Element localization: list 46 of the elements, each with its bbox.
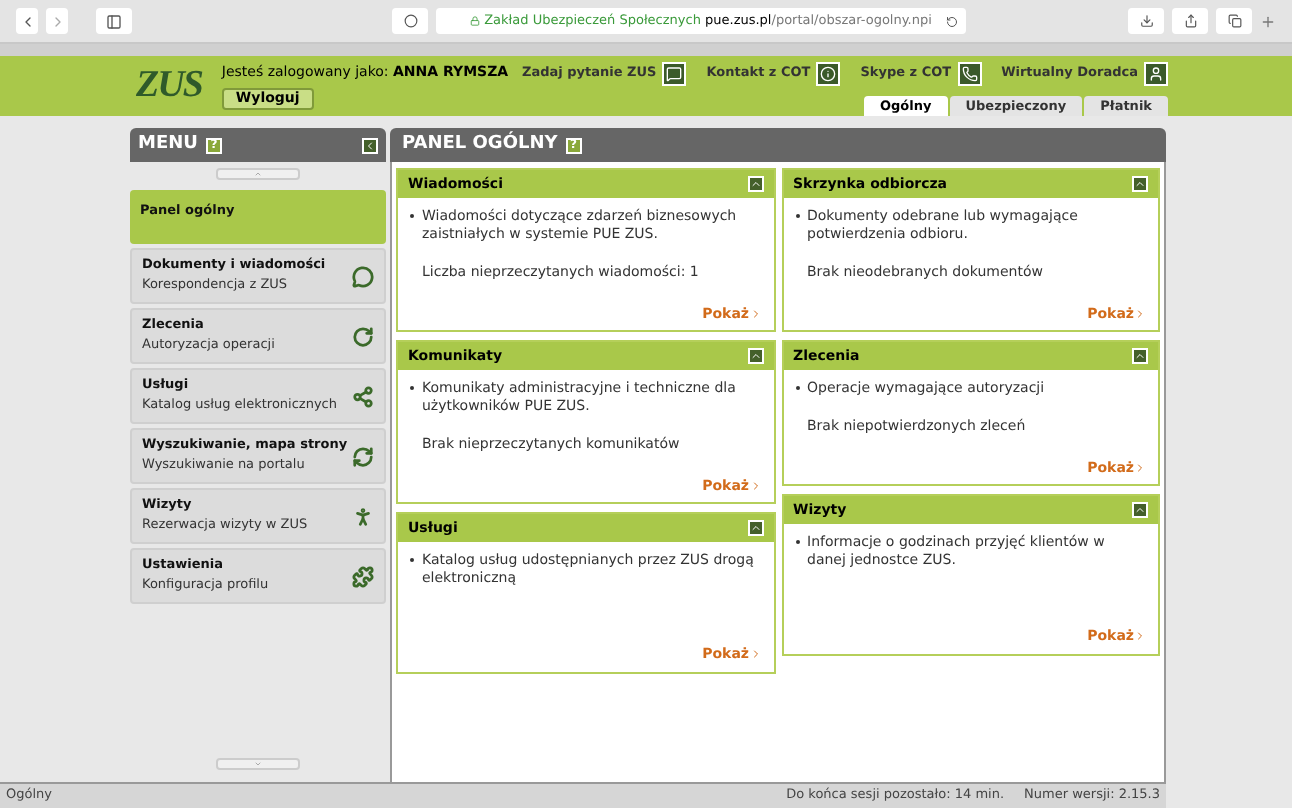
menu-item-icon	[352, 325, 374, 347]
reload-icon	[946, 15, 958, 27]
menu-item-icon	[352, 505, 374, 527]
lock-icon	[470, 16, 481, 26]
collapse-icon	[749, 522, 761, 534]
download-icon	[1139, 14, 1153, 28]
download-button[interactable]	[1128, 8, 1164, 34]
collapse-button[interactable]	[1132, 502, 1148, 518]
chevron-icon	[1134, 307, 1146, 320]
chevron-icon	[749, 307, 761, 320]
chevron-icon	[1134, 461, 1146, 474]
collapse-button[interactable]	[747, 520, 763, 536]
menu-item-icon	[352, 385, 374, 407]
collapse-icon	[1134, 178, 1146, 190]
header-link-icon	[816, 62, 841, 86]
sidebar-icon	[106, 13, 122, 29]
collapse-menu-button[interactable]	[362, 137, 378, 153]
share-icon	[1183, 14, 1197, 28]
header-link-icon	[957, 62, 982, 86]
menu-title: MENU	[138, 131, 198, 158]
reader-icon	[403, 14, 417, 28]
header-link-icon	[662, 62, 687, 86]
collapse-icon	[1134, 504, 1146, 516]
panel-title: PANEL OGÓLNY	[402, 131, 558, 158]
share-button[interactable]	[1172, 8, 1208, 34]
new-tab-icon[interactable]	[1260, 13, 1276, 29]
sidebar-button[interactable]	[96, 8, 132, 34]
tabs-icon	[1227, 14, 1241, 28]
collapse-icon	[749, 178, 761, 190]
chevron-icon	[749, 479, 761, 492]
collapse-button[interactable]	[1132, 348, 1148, 364]
tabs-button[interactable]	[1216, 8, 1252, 34]
collapse-icon	[749, 350, 761, 362]
collapse-button[interactable]	[747, 176, 763, 192]
collapse-icon	[1134, 350, 1146, 362]
chevron-icon	[749, 648, 761, 661]
menu-item-icon	[352, 265, 374, 287]
logo: ZUS	[136, 62, 202, 110]
menu-item-icon	[352, 445, 374, 467]
collapse-button[interactable]	[1132, 176, 1148, 192]
reader-button[interactable]	[392, 8, 428, 34]
collapse-button[interactable]	[747, 348, 763, 364]
menu-item-icon	[352, 565, 374, 587]
chevron-icon	[1134, 630, 1146, 643]
collapse-icon	[364, 139, 376, 151]
header-link-icon	[1144, 62, 1168, 86]
